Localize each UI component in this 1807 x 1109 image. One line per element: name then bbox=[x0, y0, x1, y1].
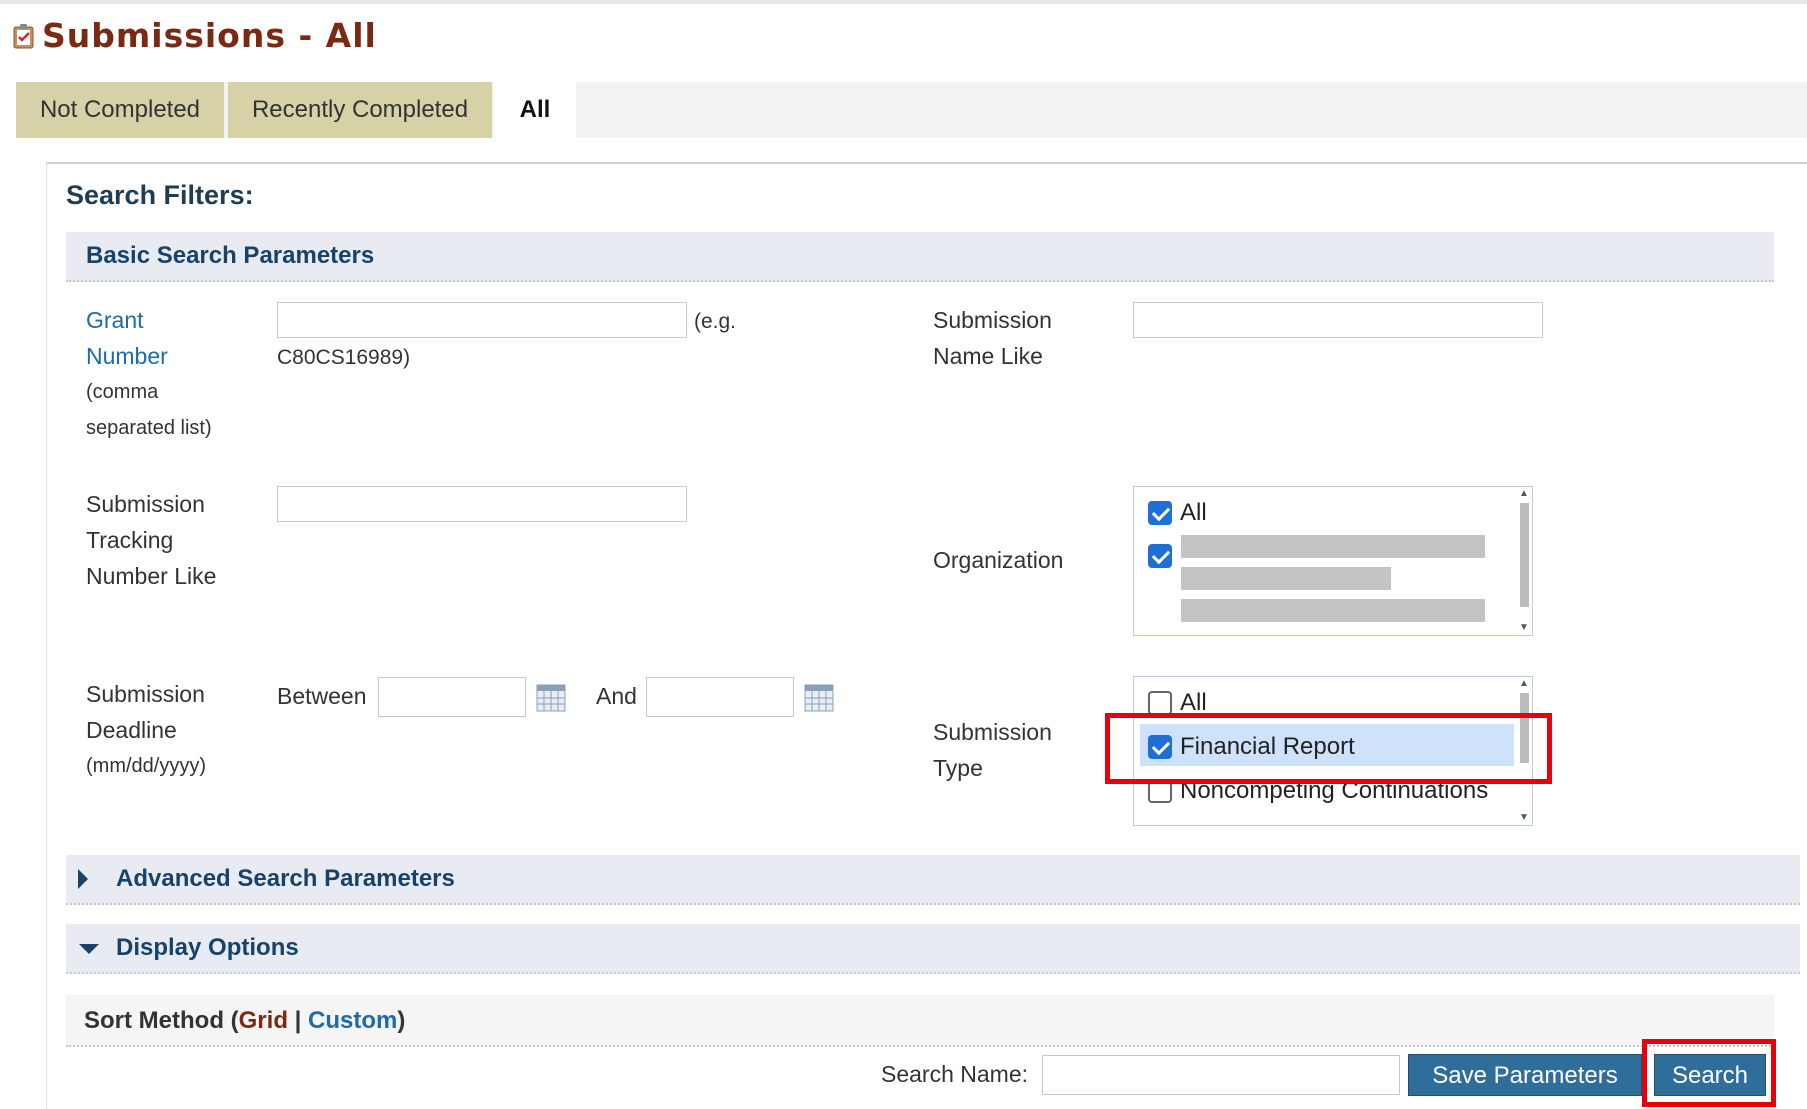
deadline-label: Submission Deadline (mm/dd/yyyy) bbox=[86, 676, 206, 784]
tracking-number-label-1: Submission bbox=[86, 491, 205, 517]
highlight-box bbox=[1642, 1039, 1776, 1107]
basic-search-label: Basic Search Parameters bbox=[86, 242, 375, 269]
organization-option-all-label: All bbox=[1180, 499, 1207, 526]
submission-type-label-2: Type bbox=[933, 755, 983, 781]
sort-separator: | bbox=[287, 1007, 309, 1034]
sort-grid-option[interactable]: Grid bbox=[239, 1007, 288, 1034]
sort-custom-link[interactable]: Custom bbox=[308, 1007, 397, 1034]
grant-number-link[interactable]: Grant bbox=[86, 302, 212, 338]
caret-down-icon[interactable] bbox=[78, 942, 100, 956]
redacted-text-bar bbox=[1181, 599, 1485, 622]
display-options-section[interactable]: Display Options bbox=[66, 924, 1800, 974]
submission-name-input[interactable] bbox=[1133, 302, 1543, 338]
sort-method-bar: Sort Method (Grid | Custom) bbox=[66, 995, 1774, 1047]
submission-type-label-1: Submission bbox=[933, 719, 1052, 745]
scroll-down-icon[interactable]: ▼ bbox=[1518, 813, 1530, 823]
checkbox-icon[interactable] bbox=[1148, 691, 1172, 715]
deadline-format-note: (mm/dd/yyyy) bbox=[86, 755, 206, 777]
deadline-label-1: Submission bbox=[86, 681, 205, 707]
top-border bbox=[0, 0, 1807, 4]
organization-label: Organization bbox=[933, 547, 1064, 573]
scroll-thumb[interactable] bbox=[1520, 503, 1529, 607]
grant-number-link-2[interactable]: Number bbox=[86, 338, 212, 374]
checkbox-icon[interactable] bbox=[1148, 501, 1172, 525]
redacted-text-bar bbox=[1181, 567, 1391, 590]
save-parameters-button[interactable]: Save Parameters bbox=[1408, 1054, 1642, 1096]
calendar-icon[interactable] bbox=[804, 684, 834, 712]
scroll-up-icon[interactable]: ▲ bbox=[1518, 489, 1530, 499]
submission-name-label: Submission Name Like bbox=[933, 302, 1052, 374]
basic-search-section: Basic Search Parameters bbox=[66, 232, 1774, 282]
page-header: Submissions - All bbox=[12, 16, 377, 55]
grant-number-note-2: separated list) bbox=[86, 417, 212, 439]
tracking-number-label-3: Number Like bbox=[86, 563, 217, 589]
grant-number-hint: (e.g. bbox=[694, 310, 737, 333]
grant-number-label: Grant Number (comma separated list) bbox=[86, 302, 212, 446]
checkbox-icon[interactable] bbox=[1148, 544, 1172, 568]
grant-number-note: (comma bbox=[86, 381, 159, 403]
submission-name-label-1: Submission bbox=[933, 307, 1052, 333]
deadline-label-2: Deadline bbox=[86, 717, 177, 743]
grant-number-input[interactable] bbox=[277, 302, 687, 338]
tracking-number-label: Submission Tracking Number Like bbox=[86, 486, 216, 594]
tab-all[interactable]: All bbox=[494, 82, 576, 138]
tab-recently-completed[interactable]: Recently Completed bbox=[228, 82, 492, 138]
scroll-up-icon[interactable]: ▲ bbox=[1518, 679, 1530, 689]
sort-method-label: Sort Method (Grid | Custom) bbox=[84, 1007, 405, 1035]
deadline-and-label: And bbox=[596, 683, 637, 709]
organization-scrollbar[interactable]: ▲ ▼ bbox=[1518, 489, 1530, 633]
submission-type-label: Submission Type bbox=[933, 714, 1052, 786]
page-title: Submissions - All bbox=[42, 16, 377, 55]
search-name-input[interactable] bbox=[1042, 1055, 1400, 1095]
clipboard-check-icon bbox=[13, 23, 34, 48]
advanced-search-section[interactable]: Advanced Search Parameters bbox=[66, 855, 1800, 905]
tab-not-completed[interactable]: Not Completed bbox=[16, 82, 224, 138]
tracking-number-label-2: Tracking bbox=[86, 527, 174, 553]
sort-method-prefix: Sort Method ( bbox=[84, 1007, 239, 1034]
search-name-label: Search Name: bbox=[881, 1061, 1029, 1087]
organization-option-redacted[interactable] bbox=[1148, 544, 1180, 568]
sort-method-suffix: ) bbox=[397, 1007, 406, 1034]
submission-name-label-2: Name Like bbox=[933, 343, 1043, 369]
deadline-to-input[interactable] bbox=[646, 677, 794, 717]
caret-right-icon[interactable] bbox=[76, 868, 90, 890]
grant-number-hint-example: C80CS16989) bbox=[277, 346, 411, 369]
deadline-from-input[interactable] bbox=[378, 677, 526, 717]
organization-option-all[interactable]: All bbox=[1148, 499, 1207, 527]
scroll-down-icon[interactable]: ▼ bbox=[1518, 623, 1530, 633]
highlight-box bbox=[1105, 713, 1552, 784]
display-options-label[interactable]: Display Options bbox=[116, 934, 299, 962]
search-filters-heading: Search Filters: bbox=[66, 180, 254, 210]
calendar-icon[interactable] bbox=[536, 684, 566, 712]
advanced-search-label[interactable]: Advanced Search Parameters bbox=[116, 865, 455, 893]
organization-listbox[interactable]: All ▲ ▼ bbox=[1133, 486, 1533, 636]
deadline-between-label: Between bbox=[277, 683, 367, 709]
redacted-text-bar bbox=[1181, 535, 1485, 558]
tracking-number-input[interactable] bbox=[277, 486, 687, 522]
